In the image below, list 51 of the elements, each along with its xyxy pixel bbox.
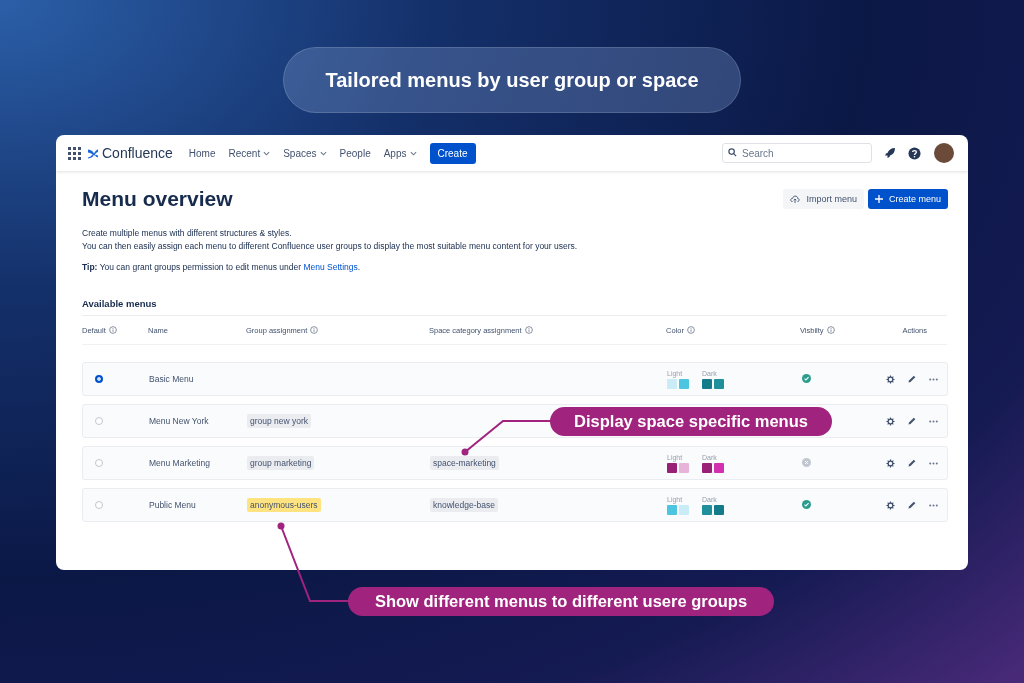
- pencil-icon[interactable]: [908, 375, 916, 383]
- callout-label: Show different menus to different usere groups: [348, 587, 774, 616]
- more-icon[interactable]: [929, 503, 938, 507]
- app-switcher-icon[interactable]: [68, 146, 81, 160]
- space-tag: space-marketing: [430, 456, 499, 470]
- logo-icon: [87, 147, 99, 159]
- group-tag: group marketing: [247, 456, 315, 470]
- default-radio[interactable]: [95, 501, 103, 509]
- import-menu-button[interactable]: Import menu: [783, 189, 864, 209]
- plus-icon: [874, 195, 883, 203]
- description-text: Create multiple menus with different structures & styles.: [82, 227, 293, 240]
- menu-name: Menu Marketing: [149, 458, 211, 468]
- space-tag: knowledge-base: [430, 498, 498, 512]
- default-radio[interactable]: [95, 417, 103, 425]
- pencil-icon[interactable]: [908, 417, 916, 425]
- avatar[interactable]: [934, 143, 954, 163]
- menu-name: Basic Menu: [149, 374, 195, 384]
- create-button[interactable]: Create: [429, 142, 476, 164]
- menu-name: Menu New York: [149, 416, 210, 426]
- page-title: Menu overview: [82, 187, 233, 211]
- nav-item[interactable]: People: [339, 147, 371, 159]
- tip-text: Tip: You can grant groups permission to edit menus under Menu Settings.: [82, 262, 362, 272]
- settings-icon[interactable]: [886, 416, 895, 426]
- more-icon[interactable]: [929, 461, 938, 465]
- nav-item[interactable]: Home: [188, 147, 216, 159]
- more-icon[interactable]: [929, 419, 938, 423]
- group-tag: anonymous-users: [247, 498, 321, 512]
- more-icon[interactable]: [929, 377, 938, 381]
- callout-label: Display space specific menus: [550, 407, 832, 436]
- group-tag: group new york: [247, 414, 312, 428]
- description-text: You can then easily assign each menu to different Confluence user groups to display the most suitable menu content for your users.: [82, 240, 579, 253]
- rocket-icon[interactable]: [884, 147, 896, 159]
- nav-item[interactable]: Spaces: [283, 147, 327, 159]
- settings-icon[interactable]: [886, 458, 895, 468]
- banner-title: Tailored menus by user group or space: [283, 47, 741, 113]
- search-field[interactable]: Search: [722, 143, 872, 163]
- menu-settings-link[interactable]: Menu Settings: [303, 262, 358, 272]
- create-menu-button[interactable]: Create menu: [867, 189, 948, 209]
- help-icon[interactable]: [908, 146, 921, 160]
- nav-item[interactable]: Apps: [383, 147, 417, 159]
- section-title: Available menus: [82, 298, 947, 316]
- pencil-icon[interactable]: [908, 459, 916, 467]
- settings-icon[interactable]: [886, 500, 895, 510]
- default-radio[interactable]: [95, 459, 103, 467]
- default-radio[interactable]: [95, 375, 103, 383]
- settings-icon[interactable]: [886, 374, 895, 384]
- nav-item[interactable]: Recent: [228, 147, 271, 159]
- cloud-upload-icon: [790, 194, 801, 204]
- menu-name: Public Menu: [149, 500, 197, 510]
- pencil-icon[interactable]: [908, 501, 916, 509]
- product-name: Confluence: [102, 145, 173, 161]
